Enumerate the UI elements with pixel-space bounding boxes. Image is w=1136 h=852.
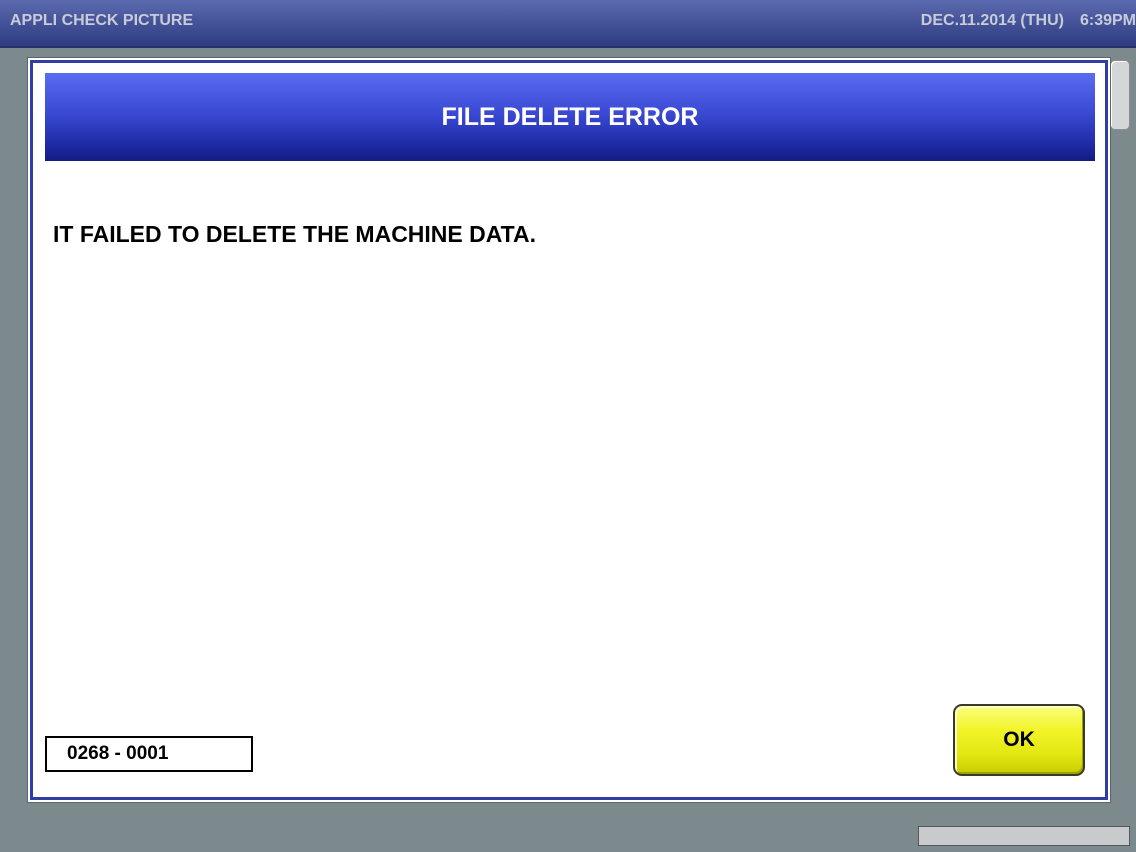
title-bar: APPLI CHECK PICTURE DEC.11.2014 (THU) 6:3… bbox=[0, 0, 1136, 48]
error-code-label: 0268 - 0001 bbox=[67, 743, 169, 764]
app-title: APPLI CHECK PICTURE bbox=[10, 12, 194, 29]
status-bar bbox=[918, 826, 1130, 846]
dialog-title: FILE DELETE ERROR bbox=[441, 102, 699, 131]
ok-button-label: OK bbox=[1003, 728, 1035, 751]
scrollbar-thumb[interactable] bbox=[1110, 60, 1130, 130]
error-dialog: FILE DELETE ERROR IT FAILED TO DELETE TH… bbox=[30, 60, 1108, 800]
date-time-display: DEC.11.2014 (THU) 6:39PM bbox=[921, 12, 1136, 30]
time-label: 6:39PM bbox=[1079, 12, 1136, 29]
date-label: DEC.11.2014 (THU) bbox=[920, 12, 1064, 29]
error-code-box: 0268 - 0001 bbox=[45, 736, 253, 772]
ok-button[interactable]: OK bbox=[953, 704, 1085, 776]
error-message: IT FAILED TO DELETE THE MACHINE DATA. bbox=[53, 221, 536, 247]
screen: APPLI CHECK PICTURE DEC.11.2014 (THU) 6:3… bbox=[0, 0, 1136, 852]
dialog-header: FILE DELETE ERROR bbox=[45, 73, 1095, 161]
